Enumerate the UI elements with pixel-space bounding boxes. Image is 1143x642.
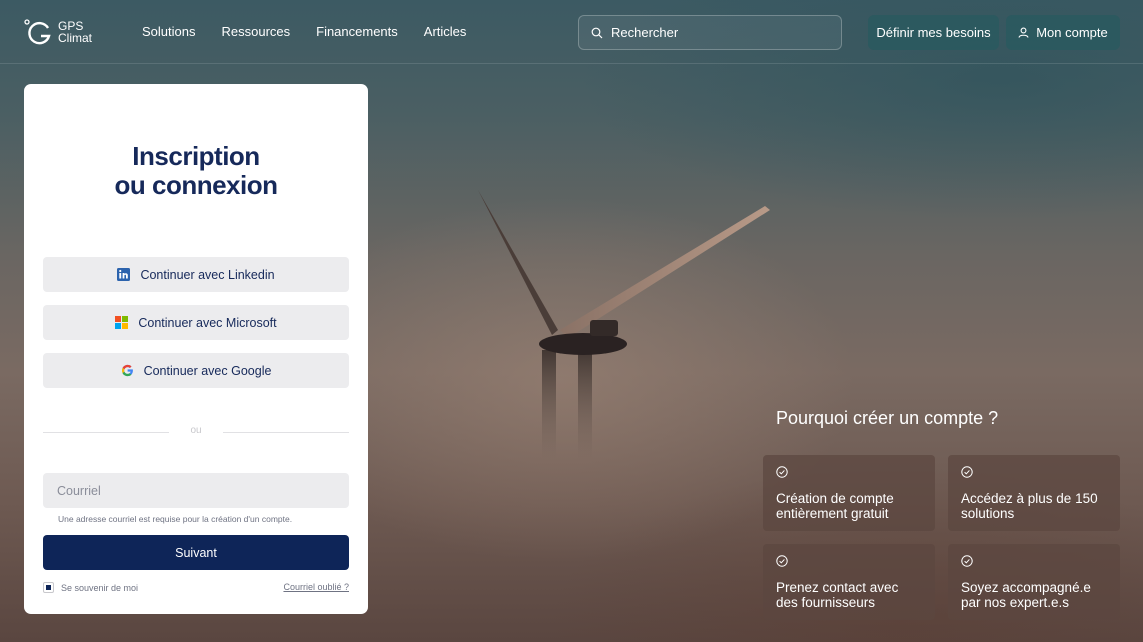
linkedin-login-label: Continuer avec Linkedin: [140, 267, 275, 282]
my-account-button[interactable]: Mon compte: [1006, 15, 1120, 50]
login-title: Inscription ou connexion: [24, 142, 368, 200]
microsoft-icon: [115, 316, 129, 329]
nav-ressources[interactable]: Ressources: [221, 24, 290, 39]
login-card: Inscription ou connexion Continuer avec …: [24, 84, 368, 614]
or-label: ou: [190, 425, 202, 436]
search-icon: [591, 27, 603, 38]
benefit-text: Soyez accompagné.e par nos expert.e.s: [961, 580, 1091, 610]
next-button-label: Suivant: [175, 545, 217, 560]
forgot-email-link[interactable]: Courriel oublié ?: [283, 582, 349, 592]
logo-text-line2: Climat: [58, 31, 93, 45]
linkedin-icon: [117, 268, 131, 281]
google-login-button[interactable]: Continuer avec Google: [43, 353, 349, 388]
check-circle-icon: [776, 555, 788, 567]
benefit-card: Prenez contact avec des fournisseurs: [763, 544, 935, 620]
wind-turbine-image: [478, 190, 770, 460]
google-icon: [121, 364, 133, 377]
benefit-card: Création de compte entièrement gratuit: [763, 455, 935, 531]
gps-climat-logo-icon: [24, 19, 51, 45]
login-title-line1: Inscription: [132, 141, 260, 171]
linkedin-login-button[interactable]: Continuer avec Linkedin: [43, 257, 349, 292]
microsoft-login-label: Continuer avec Microsoft: [138, 315, 277, 330]
define-needs-button[interactable]: Définir mes besoins: [868, 15, 999, 50]
check-circle-icon: [961, 555, 973, 567]
nav-articles[interactable]: Articles: [424, 24, 467, 39]
benefit-text: Prenez contact avec des fournisseurs: [776, 580, 899, 610]
benefit-card: Soyez accompagné.e par nos expert.e.s: [948, 544, 1120, 620]
top-header: GPS Climat Solutions Ressources Financem…: [0, 0, 1143, 64]
why-title: Pourquoi créer un compte ?: [776, 408, 999, 428]
benefit-text: Accédez à plus de 150 solutions: [961, 491, 1098, 521]
email-hint: Une adresse courriel est requise pour la…: [58, 514, 293, 524]
remember-me: Se souvenir de moi: [43, 582, 138, 593]
next-button[interactable]: Suivant: [43, 535, 349, 570]
search-box: [578, 15, 842, 50]
remember-me-checkbox[interactable]: [43, 582, 54, 593]
my-account-label: Mon compte: [1036, 25, 1108, 40]
microsoft-login-button[interactable]: Continuer avec Microsoft: [43, 305, 349, 340]
divider-line-right: [223, 432, 349, 433]
login-title-line2: ou connexion: [114, 170, 279, 200]
check-circle-icon: [776, 466, 788, 478]
check-circle-icon: [961, 466, 973, 478]
main-nav: Solutions Ressources Financements Articl…: [142, 24, 466, 39]
email-field[interactable]: [43, 473, 349, 508]
benefit-text: Création de compte entièrement gratuit: [776, 491, 894, 521]
remember-me-label: Se souvenir de moi: [61, 582, 139, 593]
define-needs-label: Définir mes besoins: [876, 25, 991, 40]
logo-text: GPS Climat: [58, 20, 92, 44]
google-login-label: Continuer avec Google: [143, 363, 272, 378]
logo[interactable]: GPS Climat: [24, 18, 92, 46]
nav-financements[interactable]: Financements: [316, 24, 398, 39]
nav-solutions[interactable]: Solutions: [142, 24, 195, 39]
or-divider: ou: [43, 425, 349, 439]
benefit-card: Accédez à plus de 150 solutions: [948, 455, 1120, 531]
user-icon: [1018, 27, 1029, 38]
search-input[interactable]: [611, 25, 831, 40]
